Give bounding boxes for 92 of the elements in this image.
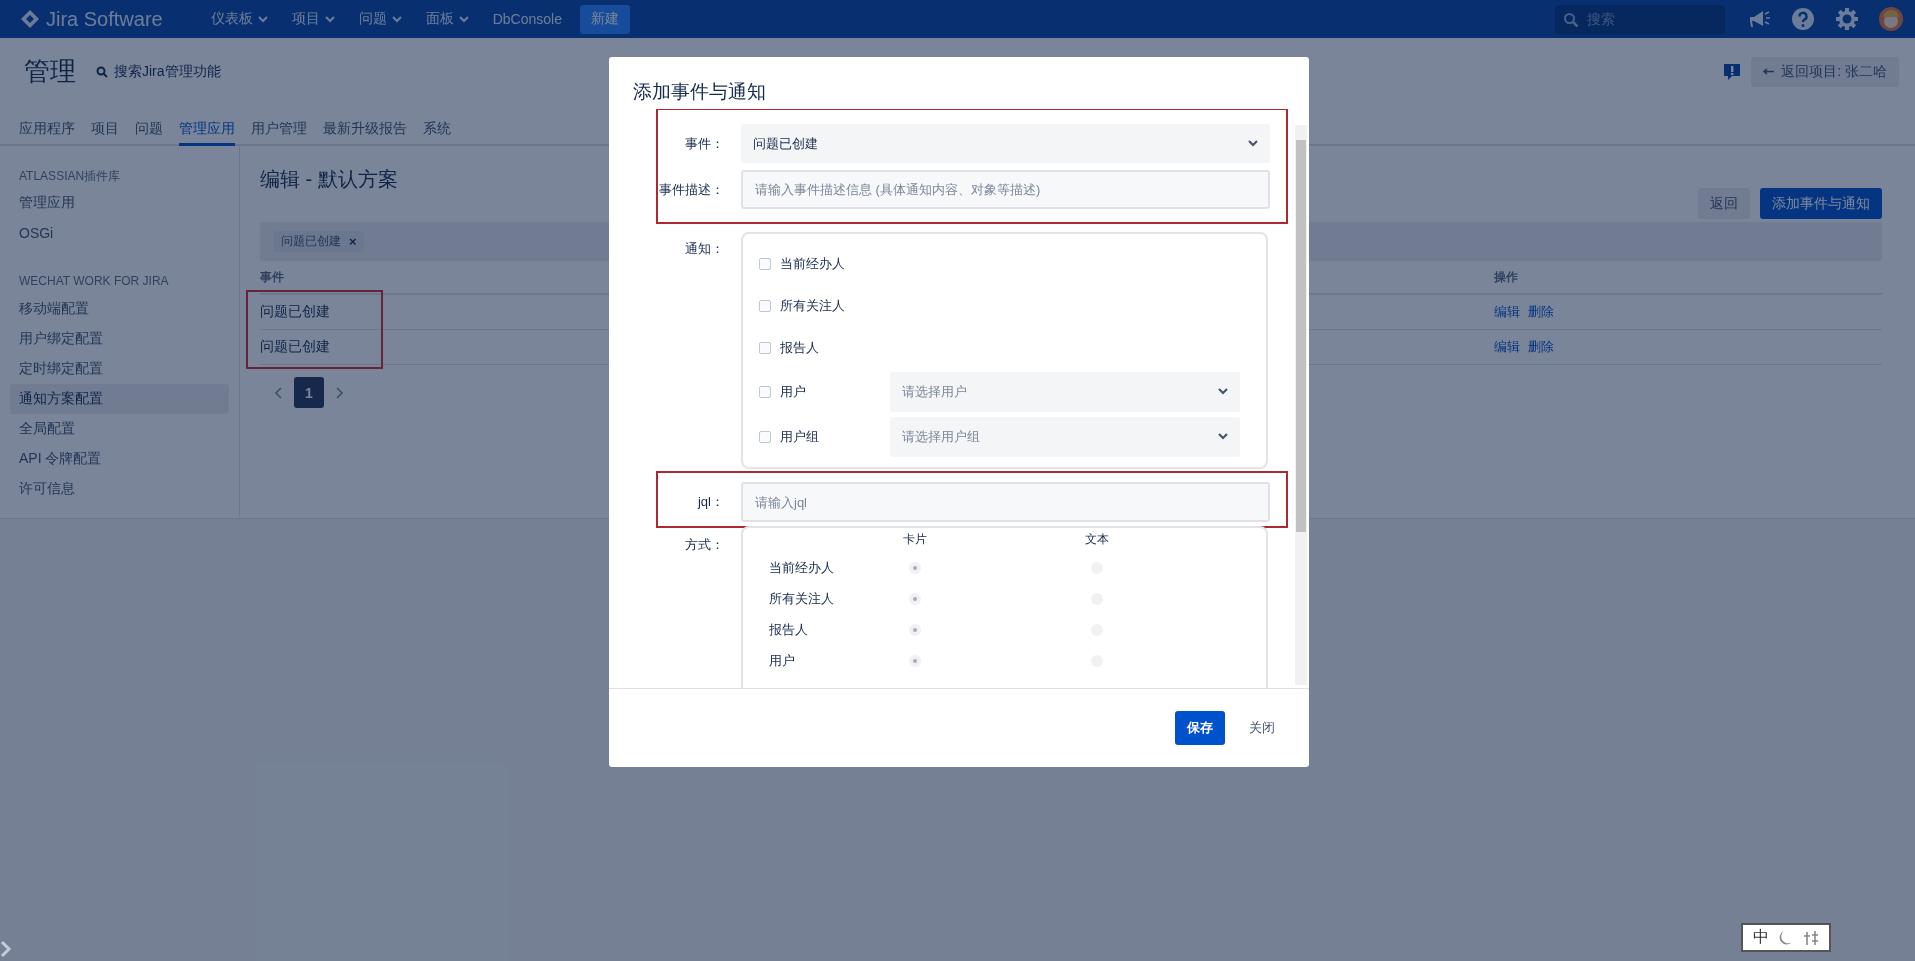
create-button[interactable]: 新建: [580, 4, 630, 34]
half-width-icon[interactable]: [1803, 929, 1819, 946]
sidebar-item[interactable]: 管理应用: [10, 188, 229, 218]
diamond-logo-icon: [20, 9, 40, 29]
admin-search-link[interactable]: 搜索Jira管理功能: [96, 62, 221, 81]
option-label: 报告人: [780, 339, 820, 357]
search-icon: [96, 65, 108, 78]
edit-link[interactable]: 编辑: [1494, 303, 1520, 321]
table-cell: 问题已创建: [260, 303, 330, 319]
chevron-right-icon[interactable]: [336, 386, 344, 399]
help-icon[interactable]: [1791, 7, 1815, 31]
sidebar-item[interactable]: 通知方案配置: [10, 384, 229, 414]
column-header: 文本: [1084, 531, 1110, 548]
back-button[interactable]: 返回: [1698, 188, 1750, 219]
sidebar-item[interactable]: 许可信息: [10, 474, 229, 504]
sidebar-item[interactable]: 用户绑定配置: [10, 324, 229, 354]
delete-link[interactable]: 删除: [1528, 303, 1554, 321]
nav-menu[interactable]: 问题: [346, 0, 414, 38]
user-select[interactable]: 请选择用户组: [890, 416, 1240, 457]
chevron-down-icon: [1218, 433, 1228, 440]
option-label: 用户: [769, 651, 795, 670]
nav-menu[interactable]: 仪表板: [198, 0, 280, 38]
column-header: 操作: [1494, 261, 1882, 294]
checkbox[interactable]: [759, 300, 771, 312]
return-arrow-icon: [1763, 67, 1776, 76]
nav-menu[interactable]: 项目: [279, 0, 347, 38]
chevron-down-icon: [1218, 388, 1228, 395]
tab[interactable]: 管理应用: [179, 105, 235, 146]
nav-menu[interactable]: 面板: [413, 0, 481, 38]
avatar-icon[interactable]: [1879, 7, 1903, 31]
option-label: 当前经办人: [769, 558, 834, 577]
section-title: 编辑 - 默认方案: [260, 167, 398, 192]
filter-chip[interactable]: 问题已创建 ×: [274, 231, 364, 252]
sidebar-item[interactable]: 移动端配置: [10, 294, 229, 324]
search-icon: [1563, 11, 1579, 28]
back-to-project-button[interactable]: 返回项目: 张二哈: [1751, 56, 1899, 87]
event-select[interactable]: 问题已创建: [741, 124, 1270, 163]
sidebar-heading: WECHAT WORK FOR JIRA: [18, 273, 170, 290]
option-label: 报告人: [769, 620, 808, 639]
sidebar-item[interactable]: OSGi: [10, 218, 229, 248]
checkbox[interactable]: [759, 385, 771, 398]
input-method-bar[interactable]: 中: [1741, 923, 1831, 952]
user-select[interactable]: 请选择用户: [890, 371, 1240, 412]
input-mode-toggle[interactable]: 中: [1753, 927, 1769, 948]
scrollbar[interactable]: [1295, 125, 1307, 685]
radio-button[interactable]: [909, 592, 921, 605]
checkbox[interactable]: [759, 258, 771, 270]
radio-button[interactable]: [909, 654, 921, 667]
field-label: 事件：: [684, 134, 724, 153]
feedback-icon[interactable]: [1723, 61, 1742, 82]
chevron-down-icon: [1248, 140, 1258, 147]
nav-menu[interactable]: DbConsole: [480, 0, 574, 38]
add-event-button[interactable]: 添加事件与通知: [1760, 188, 1882, 219]
close-button[interactable]: 关闭: [1245, 711, 1279, 745]
tab[interactable]: 最新升级报告: [323, 105, 407, 146]
page-button[interactable]: 1: [294, 377, 324, 408]
tab[interactable]: 应用程序: [19, 105, 75, 146]
option-label: 所有关注人: [769, 589, 834, 608]
field-label: 事件描述：: [658, 180, 724, 199]
sidebar-item[interactable]: 全局配置: [10, 414, 229, 444]
field-label: 方式：: [684, 536, 724, 554]
page-title: 管理: [24, 55, 76, 88]
sidebar-item[interactable]: 定时绑定配置: [10, 354, 229, 384]
description-field[interactable]: 请输入事件描述信息 (具体通知内容、对象等描述): [741, 170, 1270, 209]
product-logo: Jira Software: [46, 7, 163, 31]
delete-link[interactable]: 删除: [1528, 338, 1554, 356]
tab[interactable]: 问题: [135, 105, 163, 146]
sidebar-item[interactable]: API 令牌配置: [10, 444, 229, 474]
remove-button[interactable]: ×: [349, 234, 357, 249]
edit-link[interactable]: 编辑: [1494, 338, 1520, 356]
radio-button[interactable]: [909, 623, 921, 636]
table-cell: 问题已创建: [260, 338, 330, 354]
option-label: 所有关注人: [780, 297, 846, 315]
save-button[interactable]: 保存: [1175, 711, 1225, 745]
chevron-left-icon[interactable]: [274, 386, 282, 399]
checkbox[interactable]: [759, 342, 771, 354]
tab[interactable]: 系统: [423, 105, 451, 146]
tab[interactable]: 项目: [91, 105, 119, 146]
dialog-title: 添加事件与通知: [632, 80, 767, 104]
tab[interactable]: 用户管理: [251, 105, 307, 146]
radio-button[interactable]: [909, 561, 921, 574]
column-header: 卡片: [902, 531, 928, 548]
moon-icon[interactable]: [1779, 929, 1793, 946]
checkbox[interactable]: [759, 430, 771, 443]
expand-chevron-icon[interactable]: [0, 940, 12, 958]
jql-field[interactable]: 请输入jql: [741, 482, 1270, 522]
sidebar-heading: ATLASSIAN插件库: [18, 168, 122, 185]
field-label: jql：: [696, 493, 724, 511]
option-label: 用户: [780, 382, 807, 401]
megaphone-icon[interactable]: [1747, 8, 1771, 30]
field-label: 通知：: [684, 240, 724, 258]
option-label: 用户组: [780, 427, 820, 446]
